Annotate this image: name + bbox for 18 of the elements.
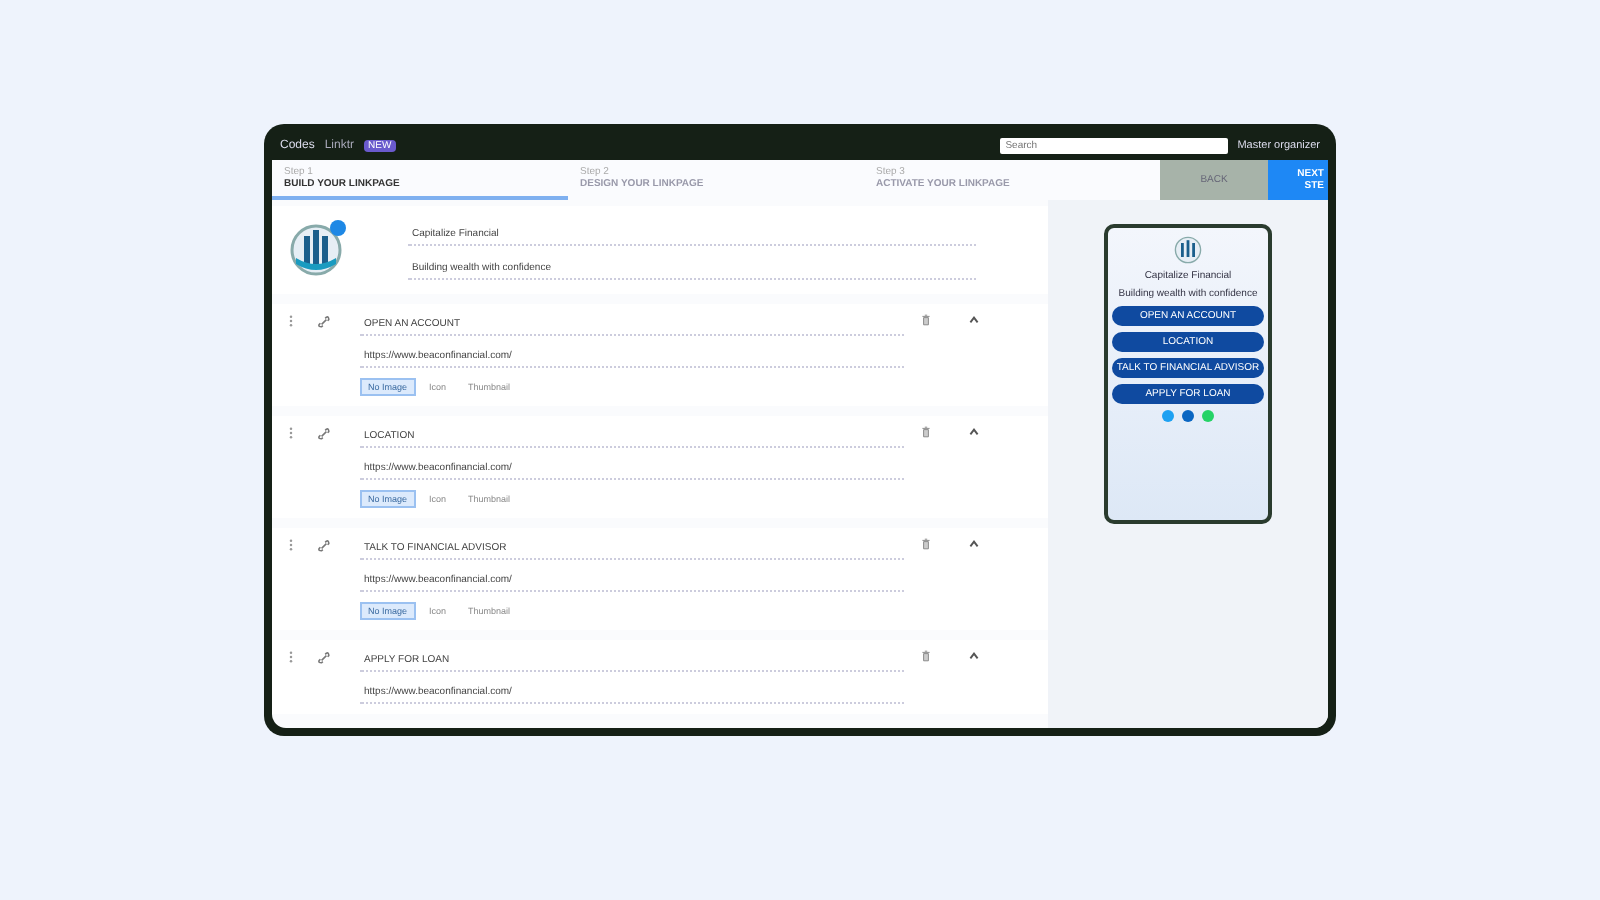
trash-icon[interactable] [920, 650, 932, 662]
caret-icon[interactable] [968, 650, 980, 662]
drag-handle-icon[interactable] [288, 650, 294, 664]
caret-icon[interactable] [968, 538, 980, 550]
drag-handle-icon[interactable] [288, 538, 294, 552]
caret-icon[interactable] [968, 426, 980, 438]
link-icon [318, 428, 330, 440]
link-icon [318, 652, 330, 664]
link-icon [318, 540, 330, 552]
logo-avatar-icon[interactable] [288, 218, 348, 278]
caret-icon[interactable] [968, 314, 980, 326]
drag-handle-icon[interactable] [288, 426, 294, 440]
logo-icon [1174, 236, 1202, 264]
trash-icon[interactable] [920, 314, 932, 326]
trash-icon[interactable] [920, 426, 932, 438]
trash-icon[interactable] [920, 538, 932, 550]
link-icon [318, 316, 330, 328]
drag-handle-icon[interactable] [288, 314, 294, 328]
